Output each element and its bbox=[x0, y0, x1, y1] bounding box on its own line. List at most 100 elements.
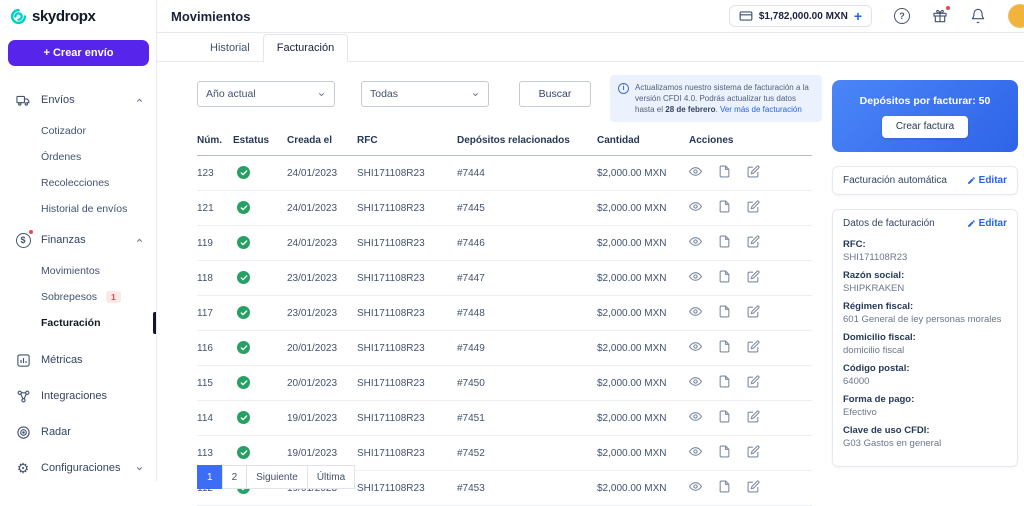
edit-auto-billing-link[interactable]: Editar bbox=[967, 175, 1007, 186]
download-document-icon[interactable] bbox=[718, 235, 731, 248]
edit-icon[interactable] bbox=[747, 235, 760, 248]
row-rfc: SHI171108R23 bbox=[357, 191, 457, 226]
billing-field: Código postal:64000 bbox=[843, 363, 1007, 388]
view-icon[interactable] bbox=[689, 410, 702, 423]
row-num: 116 bbox=[197, 331, 233, 366]
view-icon[interactable] bbox=[689, 235, 702, 248]
chevron-up-icon bbox=[135, 236, 144, 245]
sidebar-item-facturacion[interactable]: Facturación bbox=[0, 310, 156, 336]
download-document-icon[interactable] bbox=[718, 445, 731, 458]
chevron-up-icon bbox=[135, 96, 144, 105]
pagination-item[interactable]: 2 bbox=[222, 465, 248, 489]
sidebar-item-sobrepesos[interactable]: Sobrepesos 1 bbox=[0, 284, 156, 310]
sidebar-item-historial-envios[interactable]: Historial de envíos bbox=[0, 196, 156, 222]
help-icon[interactable]: ? bbox=[894, 8, 910, 24]
row-amount: $2,000.00 MXN bbox=[597, 436, 689, 471]
user-avatar[interactable] bbox=[1008, 4, 1024, 28]
add-funds-button[interactable]: + bbox=[854, 11, 862, 21]
row-status bbox=[233, 331, 287, 366]
view-icon[interactable] bbox=[689, 270, 702, 283]
view-icon[interactable] bbox=[689, 480, 702, 493]
finance-dollar-icon: $ bbox=[15, 232, 31, 248]
col-rfc: RFC bbox=[357, 129, 457, 156]
row-actions bbox=[689, 436, 812, 471]
billing-field-label: Clave de uso CFDI: bbox=[843, 425, 1007, 437]
row-num: 118 bbox=[197, 261, 233, 296]
billing-fields: RFC:SHI171108R23Razón social:SHIPKRAKENR… bbox=[833, 237, 1017, 466]
table-row: 11520/01/2023SHI171108R23#7450$2,000.00 … bbox=[197, 366, 812, 401]
download-document-icon[interactable] bbox=[718, 340, 731, 353]
edit-icon[interactable] bbox=[747, 375, 760, 388]
view-icon[interactable] bbox=[689, 305, 702, 318]
view-icon[interactable] bbox=[689, 165, 702, 178]
download-document-icon[interactable] bbox=[718, 200, 731, 213]
billing-field-value: domicilio fiscal bbox=[843, 345, 1007, 357]
edit-icon[interactable] bbox=[747, 305, 760, 318]
bell-icon[interactable] bbox=[970, 8, 986, 24]
row-deposit: #7449 bbox=[457, 331, 597, 366]
year-select-value: Año actual bbox=[206, 88, 256, 100]
sidebar-item-recolecciones[interactable]: Recolecciones bbox=[0, 170, 156, 196]
edit-billing-data-link[interactable]: Editar bbox=[967, 218, 1007, 229]
pagination-item[interactable]: 1 bbox=[197, 465, 223, 489]
topbar-actions: $1,782,000.00 MXN + ? bbox=[729, 4, 1014, 28]
download-document-icon[interactable] bbox=[718, 305, 731, 318]
row-rfc: SHI171108R23 bbox=[357, 261, 457, 296]
sidebar-item-metricas[interactable]: Métricas bbox=[0, 342, 156, 378]
skydropx-swirl-icon bbox=[10, 8, 27, 25]
pagination: 12SiguienteÚltima bbox=[197, 465, 354, 489]
row-status bbox=[233, 366, 287, 401]
row-amount: $2,000.00 MXN bbox=[597, 471, 689, 506]
sidebar-item-integraciones[interactable]: Integraciones bbox=[0, 378, 156, 414]
sidebar-item-finanzas[interactable]: $ Finanzas bbox=[0, 222, 156, 258]
edit-icon[interactable] bbox=[747, 340, 760, 353]
row-date: 20/01/2023 bbox=[287, 366, 357, 401]
download-document-icon[interactable] bbox=[718, 375, 731, 388]
status-select[interactable]: Todas bbox=[361, 81, 489, 107]
gift-icon[interactable] bbox=[932, 8, 948, 24]
view-icon[interactable] bbox=[689, 375, 702, 388]
edit-icon[interactable] bbox=[747, 445, 760, 458]
edit-icon[interactable] bbox=[747, 200, 760, 213]
view-icon[interactable] bbox=[689, 340, 702, 353]
create-shipment-button[interactable]: + Crear envío bbox=[8, 40, 149, 66]
pagination-item[interactable]: Siguiente bbox=[246, 465, 308, 489]
sidebar-item-ordenes[interactable]: Órdenes bbox=[0, 144, 156, 170]
pagination-item[interactable]: Última bbox=[307, 465, 355, 489]
sidebar-item-cotizador[interactable]: Cotizador bbox=[0, 118, 156, 144]
billing-field: Clave de uso CFDI:G03 Gastos en general bbox=[843, 425, 1007, 450]
download-document-icon[interactable] bbox=[718, 165, 731, 178]
row-num: 114 bbox=[197, 401, 233, 436]
gear-icon: ⚙ bbox=[15, 460, 31, 476]
view-icon[interactable] bbox=[689, 200, 702, 213]
balance-chip[interactable]: $1,782,000.00 MXN + bbox=[729, 5, 872, 27]
sidebar-item-movimientos[interactable]: Movimientos bbox=[0, 258, 156, 284]
table-row: 11823/01/2023SHI171108R23#7447$2,000.00 … bbox=[197, 261, 812, 296]
sidebar-item-envios[interactable]: Envíos bbox=[0, 82, 156, 118]
edit-icon[interactable] bbox=[747, 165, 760, 178]
download-document-icon[interactable] bbox=[718, 270, 731, 283]
year-select[interactable]: Año actual bbox=[197, 81, 335, 107]
view-icon[interactable] bbox=[689, 445, 702, 458]
row-date: 23/01/2023 bbox=[287, 261, 357, 296]
download-document-icon[interactable] bbox=[718, 410, 731, 423]
table-row: 12324/01/2023SHI171108R23#7444$2,000.00 … bbox=[197, 156, 812, 191]
create-invoice-button[interactable]: Crear factura bbox=[882, 116, 968, 138]
sidebar-item-radar[interactable]: Radar bbox=[0, 414, 156, 450]
brand-logo[interactable]: skydropx bbox=[0, 0, 156, 33]
notice-link[interactable]: Ver más de facturación bbox=[720, 105, 802, 114]
col-num: Núm. bbox=[197, 129, 233, 156]
edit-icon[interactable] bbox=[747, 410, 760, 423]
download-document-icon[interactable] bbox=[718, 480, 731, 493]
status-success-icon bbox=[237, 236, 250, 249]
truck-icon bbox=[15, 92, 31, 108]
row-amount: $2,000.00 MXN bbox=[597, 366, 689, 401]
billing-field-label: Código postal: bbox=[843, 363, 1007, 375]
row-status bbox=[233, 191, 287, 226]
row-date: 24/01/2023 bbox=[287, 191, 357, 226]
edit-icon[interactable] bbox=[747, 270, 760, 283]
search-button[interactable]: Buscar bbox=[519, 81, 591, 107]
tab-historial[interactable]: Historial bbox=[197, 35, 263, 61]
tab-facturacion[interactable]: Facturación bbox=[263, 34, 348, 62]
edit-icon[interactable] bbox=[747, 480, 760, 493]
